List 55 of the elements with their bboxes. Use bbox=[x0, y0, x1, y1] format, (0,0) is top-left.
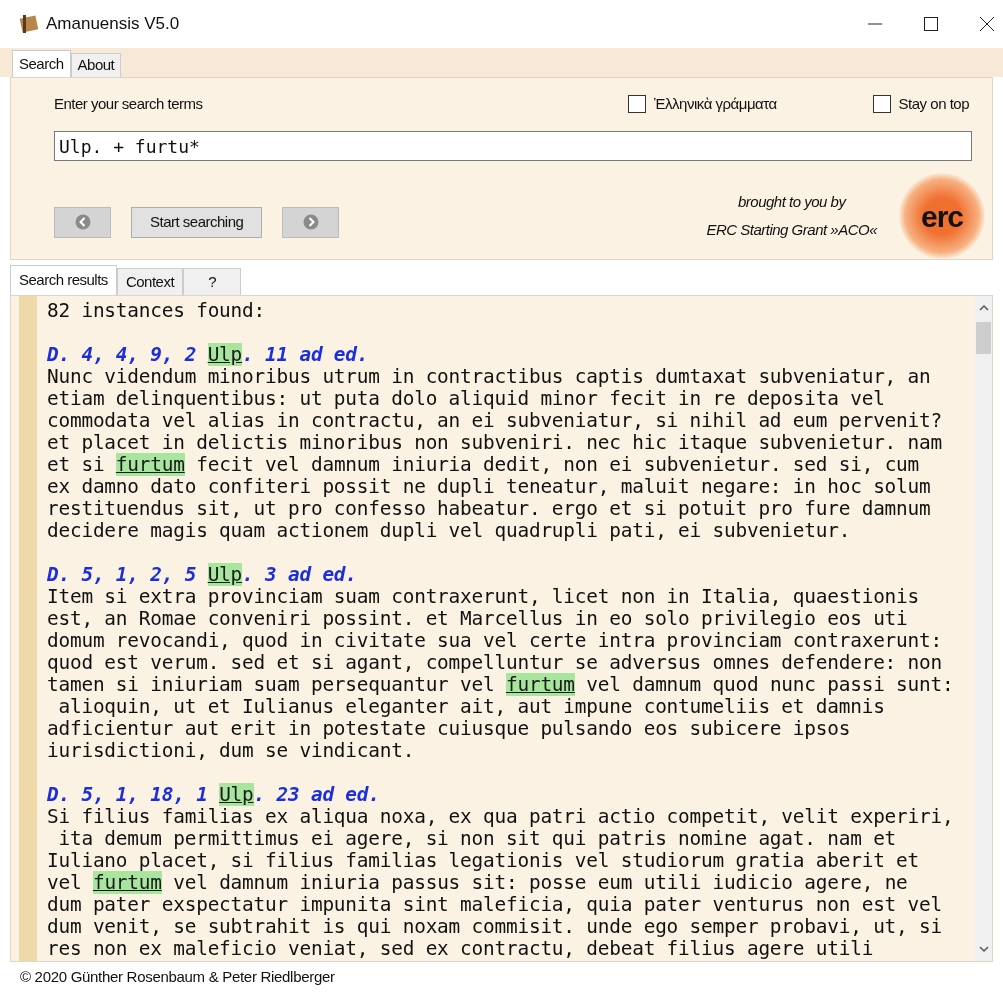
text-line: res non ex maleficio veniat, sed ex contractu, debeat filius agere utili bbox=[47, 938, 874, 960]
text-line: est, an Romae conveniri possint. et Marcellus in eo solo privilegio eos uti bbox=[47, 608, 908, 630]
text-line: Nunc videndum minoribus utrum in contractibus captis dumtaxat subveniatur, an bbox=[47, 366, 931, 388]
text-line: et si furtum fecit vel damnum iniuria dedit, non ei subvenietur. sed si, cum bbox=[47, 454, 920, 476]
credit-text: brought to you by bbox=[738, 191, 846, 212]
start-searching-button[interactable]: Start searching bbox=[131, 206, 263, 238]
tab[interactable]: Search results bbox=[10, 265, 117, 295]
window-title: Amanuensis V5.0 bbox=[46, 13, 180, 36]
citation-heading: D. 5, 1, 18, 1 Ulp. 23 ad ed. bbox=[47, 784, 380, 806]
close-icon[interactable] bbox=[979, 16, 995, 32]
checkbox-label: Stay on top bbox=[898, 93, 969, 114]
result-count: 82 instances found: bbox=[47, 300, 265, 322]
text-line: restituendus sit, ut pro confesso habeatur. ergo et si potuit pro fure damnum bbox=[47, 498, 931, 520]
scroll-thumb[interactable] bbox=[976, 322, 991, 354]
maximize-icon[interactable] bbox=[923, 16, 939, 32]
tab[interactable]: ? bbox=[183, 268, 242, 295]
scrollbar[interactable] bbox=[975, 296, 992, 961]
text-line: commodata vel alias in contractu, an ei subveniatur, si nihil ad eum pervenit? bbox=[47, 410, 942, 432]
text-line: dum pater exspectatur impunita sint maleficia, quia pater venturus non est vel bbox=[47, 894, 942, 916]
next-button[interactable] bbox=[282, 206, 340, 238]
text-line: ex damno dato confiteri possit ne dupli teneatur, maluit negare: in hoc solum bbox=[47, 476, 931, 498]
text-line: dum venit, se subtrahit is qui noxam commisit. unde ego semper probavi, ut, si bbox=[47, 916, 942, 938]
text-line: Si filius familias ex aliqua noxa, ex qua patri actio competit, velit experiri, bbox=[47, 806, 954, 828]
app-icon bbox=[18, 13, 40, 35]
tab[interactable]: Search bbox=[12, 50, 71, 77]
scroll-down-icon[interactable] bbox=[978, 945, 989, 953]
text-line: ita demum permittimus ei agere, si non sit qui patris nomine agat. nam et bbox=[57, 828, 897, 850]
text-line: tamen si iniuriam suam persequantur vel furtum vel damnum quod nunc passi sunt: bbox=[47, 674, 954, 696]
text-line: decidere magis quam actionem dupli vel quadrupli pati, ei subvenietur. bbox=[47, 520, 851, 542]
text-line: domum revocandi, quod in civitate sua vel certe intra provinciam contraxerunt: bbox=[47, 630, 942, 652]
status-text: © 2020 Günther Rosenbaum & Peter Riedlberger bbox=[20, 966, 335, 987]
search-label: Enter your search terms bbox=[54, 93, 203, 114]
citation-heading: D. 5, 1, 2, 5 Ulp. 3 ad ed. bbox=[47, 564, 357, 586]
erc-logo: erc bbox=[899, 173, 985, 259]
text-line: Item si extra provinciam suam contraxerunt, licet non in Italia, quaestionis bbox=[47, 586, 920, 608]
previous-button[interactable] bbox=[54, 206, 111, 238]
text-line: vel furtum vel damnum iniuria passus sit: posse eum utili iudicio agere, ne bbox=[47, 872, 908, 894]
arrow-left-icon bbox=[74, 214, 91, 230]
citation-heading: D. 4, 4, 9, 2 Ulp. 11 ad ed. bbox=[47, 344, 369, 366]
credit-text: ERC Starting Grant »ACO« bbox=[706, 220, 877, 240]
checkbox[interactable] bbox=[872, 95, 891, 113]
text-line: etiam delinquentibus: ut puta dolo aliquid minor fecit in re deposita vel bbox=[47, 388, 885, 410]
text-line: adficientur aut erit in potestate cuiusque pulsando eos subicere ipsos bbox=[47, 718, 851, 740]
scroll-up-icon[interactable] bbox=[978, 304, 989, 312]
tab[interactable]: Context bbox=[116, 268, 184, 295]
text-line: alioquin, ut et Iulianus eleganter ait, aut impune contumeliis et damnis bbox=[57, 696, 885, 718]
text-line: Iuliano placet, si filius familias legationis vel studiorum gratia aberit et bbox=[47, 850, 920, 872]
text-line: iurisdictioni, dum se vindicant. bbox=[47, 740, 415, 762]
checkbox[interactable] bbox=[628, 95, 647, 113]
arrow-right-icon bbox=[302, 214, 319, 230]
search-field[interactable]: Ulp. + furtu* bbox=[54, 131, 972, 161]
checkbox-label: Ἑλληνικὰ γράμματα bbox=[654, 93, 777, 114]
text-line: et placet in delictis minoribus non subveniri. nec hic itaque subvenietur. nam bbox=[47, 432, 942, 454]
tab[interactable]: About bbox=[70, 53, 122, 77]
text-line: quod est verum. sed et si agant, compelluntur se adversus omnes defendere: non bbox=[47, 652, 942, 674]
